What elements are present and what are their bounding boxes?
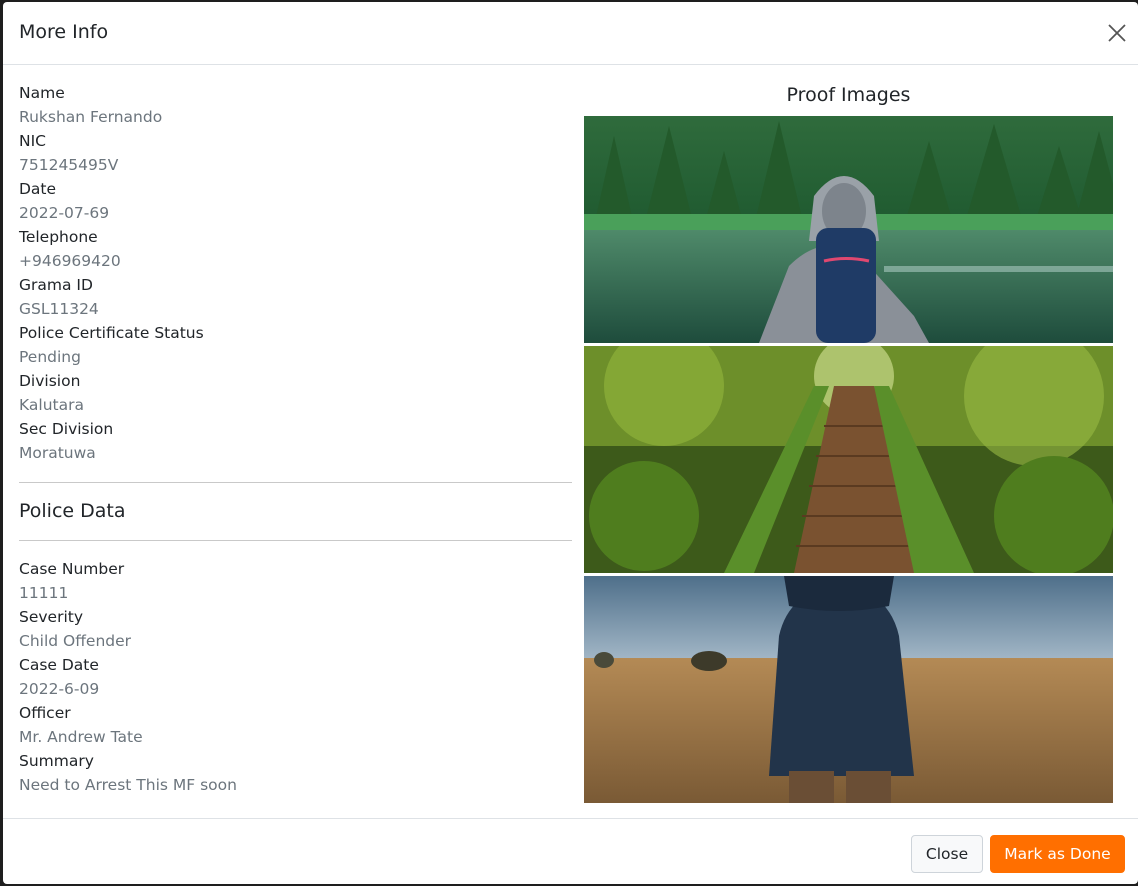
proof-image-lake [584,116,1113,343]
proof-image-boardwalk [584,346,1113,573]
police-data-title: Police Data [19,500,126,522]
field-value-date: 2022-07-69 [19,204,110,222]
field-label-certificate-status: Police Certificate Status [19,324,204,342]
divider [19,540,572,541]
details-column: Name Rukshan Fernando NIC 751245495V Dat… [19,65,572,797]
field-label-nic: NIC [19,132,46,150]
proof-column: Proof Images [584,65,1113,803]
field-value-summary: Need to Arrest This MF soon [19,776,237,794]
field-label-name: Name [19,84,65,102]
more-info-modal: More Info Name Rukshan Fernando NIC 7512… [3,2,1138,884]
field-value-name: Rukshan Fernando [19,108,163,126]
field-label-telephone: Telephone [19,228,98,246]
field-value-telephone: +946969420 [19,252,121,270]
field-value-officer: Mr. Andrew Tate [19,728,143,746]
field-value-sec-division: Moratuwa [19,444,96,462]
field-value-grama-id: GSL11324 [19,300,99,318]
field-value-case-number: 11111 [19,584,69,602]
field-value-division: Kalutara [19,396,84,414]
field-label-date: Date [19,180,57,198]
field-value-severity: Child Offender [19,632,132,650]
modal-footer: Close Mark as Done [3,818,1138,884]
mark-as-done-button[interactable]: Mark as Done [990,835,1125,873]
field-label-case-date: Case Date [19,656,99,674]
modal-title: More Info [19,21,109,43]
modal-header: More Info [3,2,1138,65]
field-label-severity: Severity [19,608,84,626]
proof-image-field [584,576,1113,803]
field-value-certificate-status: Pending [19,348,81,366]
field-label-case-number: Case Number [19,560,125,578]
field-value-nic: 751245495V [19,156,119,174]
field-label-sec-division: Sec Division [19,420,114,438]
proof-images-title: Proof Images [786,84,911,106]
field-label-division: Division [19,372,81,390]
field-label-grama-id: Grama ID [19,276,93,294]
close-icon[interactable] [1104,20,1130,46]
field-label-summary: Summary [19,752,94,770]
close-button[interactable]: Close [911,835,983,873]
field-value-case-date: 2022-6-09 [19,680,100,698]
field-label-officer: Officer [19,704,71,722]
